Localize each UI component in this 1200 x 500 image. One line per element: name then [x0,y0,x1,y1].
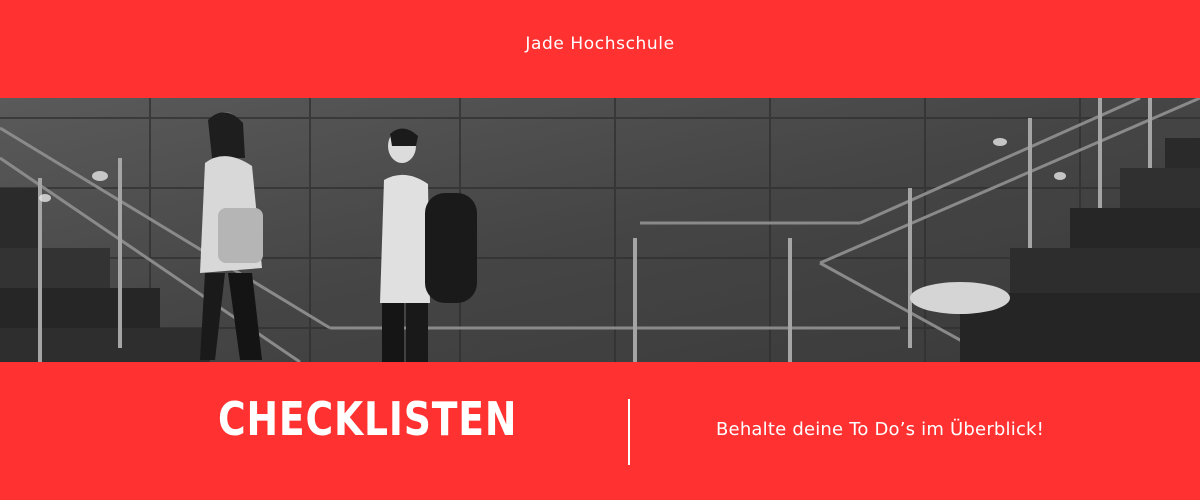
divider [628,399,630,465]
stairs-photo [0,98,1200,362]
hero-photo [0,98,1200,362]
brand-name: Jade Hochschule [525,34,675,54]
page-title: CHECKLISTEN [218,392,518,446]
checklist-banner: Jade Hochschule CHECKLISTEN Behalte dein… [0,0,1200,500]
tagline: Behalte deine To Do’s im Überblick! [716,419,1045,440]
